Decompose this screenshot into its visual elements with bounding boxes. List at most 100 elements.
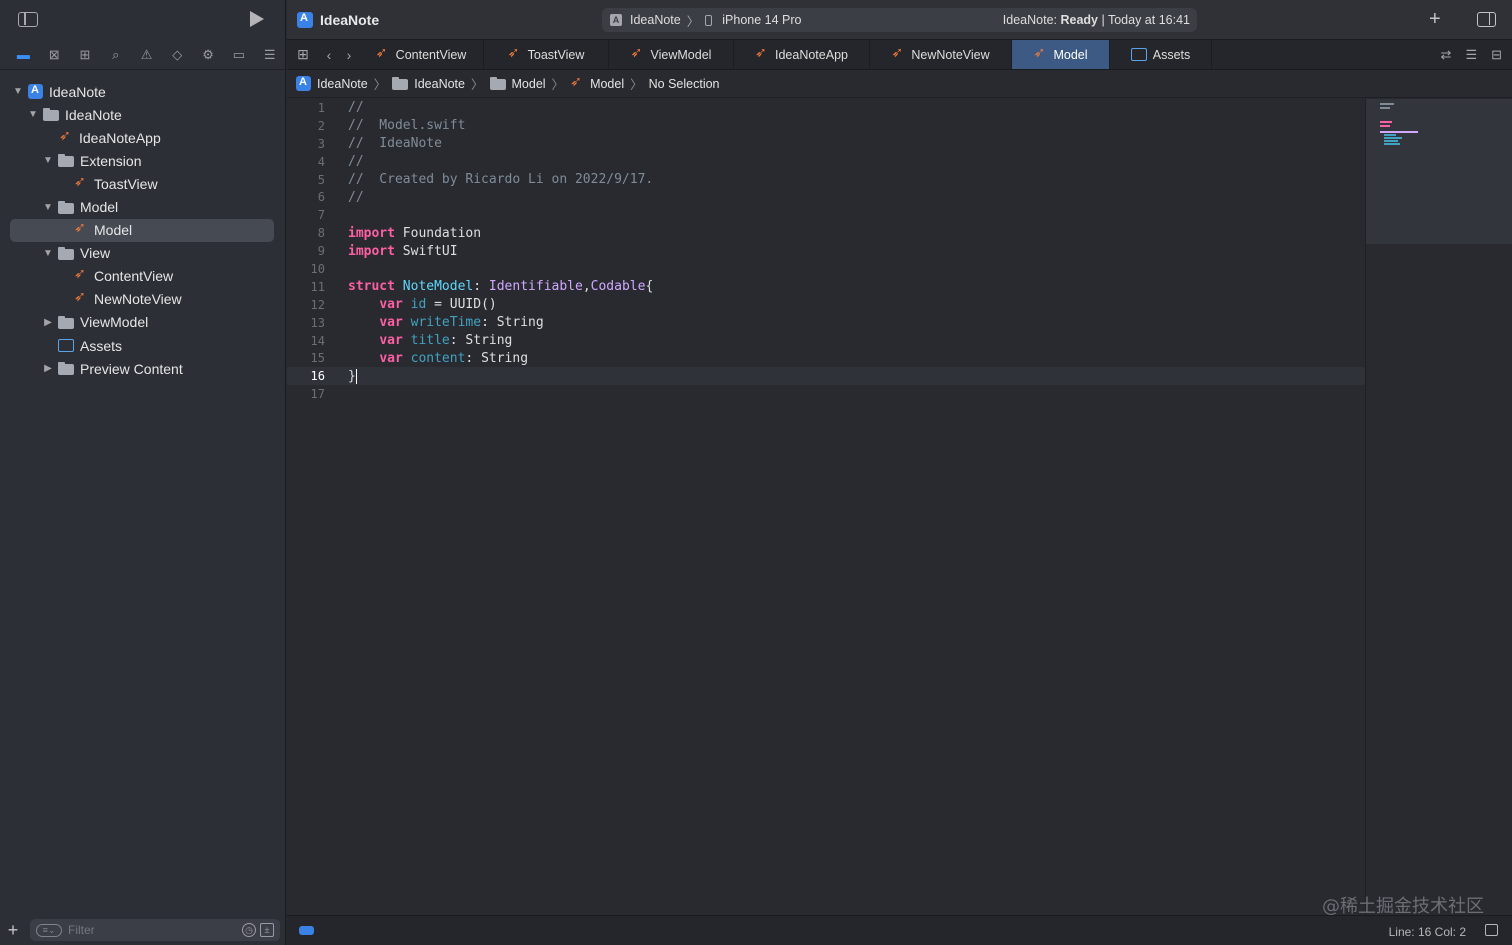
code-line[interactable]: 15 var content: String — [287, 349, 1365, 367]
minimap-line — [1384, 134, 1396, 136]
filter-options-icon[interactable]: ≡⌄ — [36, 923, 62, 937]
chevron-down-icon[interactable]: ▼ — [12, 86, 24, 97]
tree-item-folder[interactable]: ▶ ViewModel — [0, 311, 285, 334]
breakpoint-navigator-icon[interactable]: ▭ — [223, 43, 254, 67]
related-items-grid-icon[interactable]: ⊞ — [287, 46, 319, 63]
tab-contentview[interactable]: ContentView — [359, 40, 484, 69]
tree-item-folder[interactable]: ▼ View — [0, 242, 285, 265]
code-line[interactable]: 8 import Foundation — [287, 224, 1365, 242]
sidebar-toggle-icon[interactable] — [18, 12, 38, 27]
add-file-button[interactable]: + — [0, 920, 26, 941]
tree-item-folder-ideanote[interactable]: ▼ IdeaNote — [0, 103, 285, 126]
debug-area-toggle-icon[interactable] — [299, 926, 314, 935]
navigator-sidebar: ▬ ⊠ ⊞ ⌕ ⚠ ◇ ⚙ ▭ ☰ ▼ IdeaNote ▼ IdeaNote — [0, 0, 286, 945]
breadcrumb-item[interactable]: No Selection — [649, 77, 720, 91]
line-number: 9 — [317, 244, 325, 259]
code-line[interactable]: 1 // — [287, 99, 1365, 117]
tree-item-assets[interactable]: Assets — [0, 334, 285, 357]
run-destination[interactable]: iPhone 14 Pro — [722, 13, 801, 27]
code-text: import Foundation — [348, 225, 482, 241]
tab-toastview[interactable]: ToastView — [484, 40, 609, 69]
breadcrumb-item[interactable]: Model — [512, 77, 546, 91]
code-line[interactable]: 12 var id = UUID() — [287, 296, 1365, 314]
code-line[interactable]: 14 var title: String — [287, 332, 1365, 350]
tree-item-file[interactable]: ContentView — [0, 265, 285, 288]
breadcrumb-item[interactable]: IdeaNote — [414, 77, 465, 91]
filter-field[interactable]: ≡⌄ Filter ◷ ± — [30, 919, 280, 941]
debug-navigator-icon[interactable]: ⚙ — [193, 43, 224, 67]
tree-item-label: View — [80, 245, 111, 262]
tree-item-project[interactable]: ▼ IdeaNote — [0, 80, 285, 103]
tab-model[interactable]: Model — [1012, 40, 1110, 69]
tree-item-file[interactable]: ToastView — [0, 172, 285, 195]
code-line[interactable]: 3 // IdeaNote — [287, 135, 1365, 153]
source-control-navigator-icon[interactable]: ⊠ — [39, 43, 70, 67]
chevron-right-icon: 〉 — [551, 78, 565, 92]
code-line[interactable]: 16} — [287, 367, 1365, 386]
library-plus-icon[interactable]: + — [1429, 8, 1441, 31]
run-button[interactable] — [250, 11, 264, 27]
breadcrumb-item[interactable]: IdeaNote — [317, 77, 368, 91]
code-line[interactable]: 4 // — [287, 153, 1365, 171]
chevron-down-icon[interactable]: ▼ — [42, 248, 54, 259]
project-navigator-icon[interactable]: ▬ — [8, 43, 39, 67]
tab-label: ContentView — [395, 47, 467, 62]
code-line[interactable]: 6 // — [287, 188, 1365, 206]
swift-file-icon — [570, 74, 584, 91]
swift-file-icon — [631, 45, 645, 62]
split-editor-icon[interactable]: ⊟ — [1491, 47, 1502, 63]
test-navigator-icon[interactable]: ◇ — [162, 43, 193, 67]
tree-item-label: IdeaNote — [65, 106, 122, 123]
sidebar-footer: + ≡⌄ Filter ◷ ± — [0, 915, 286, 945]
code-text: // — [348, 100, 364, 116]
inspector-toggle-icon[interactable] — [1477, 12, 1496, 27]
source-control-filter-icon[interactable]: ± — [260, 923, 274, 937]
chevron-down-icon[interactable]: ▼ — [42, 155, 54, 166]
code-line[interactable]: 9 import SwiftUI — [287, 242, 1365, 260]
code-line[interactable]: 13 var writeTime: String — [287, 314, 1365, 332]
debug-status-bar: Line: 16 Col: 2 — [287, 915, 1512, 945]
minimap[interactable] — [1365, 99, 1512, 915]
tab-ideanoteapp[interactable]: IdeaNoteApp — [734, 40, 870, 69]
find-navigator-icon[interactable]: ⌕ — [100, 43, 131, 67]
forward-arrow-icon[interactable]: › — [339, 47, 359, 63]
tree-item-folder[interactable]: ▼ Extension — [0, 149, 285, 172]
code-line[interactable]: 7 — [287, 206, 1365, 224]
tree-item-folder[interactable]: ▶ Preview Content — [0, 357, 285, 380]
scheme-target[interactable]: IdeaNote — [630, 13, 681, 27]
code-line[interactable]: 11 struct NoteModel: Identifiable,Codable… — [287, 278, 1365, 296]
tree-item-file[interactable]: NewNoteView — [0, 288, 285, 311]
code-line[interactable]: 17 — [287, 385, 1365, 403]
line-number: 15 — [310, 351, 325, 366]
tree-item-folder[interactable]: ▼ Model — [0, 195, 285, 218]
breadcrumb-item[interactable]: Model — [590, 77, 624, 91]
code-text: var writeTime: String — [379, 315, 544, 331]
tree-item-file-selected[interactable]: Model — [10, 218, 274, 242]
source-editor[interactable]: 1 // 2 // Model.swift 3 // IdeaNote 4 // 5 // Cre… — [287, 99, 1365, 915]
chevron-right-icon[interactable]: ▶ — [42, 317, 54, 328]
editor-options-icon[interactable]: ☰ — [1465, 47, 1477, 63]
line-number: 7 — [317, 208, 325, 223]
swap-editors-icon[interactable]: ⇄ — [1441, 47, 1452, 63]
tab-viewmodel[interactable]: ViewModel — [609, 40, 734, 69]
code-line[interactable]: 5 // Created by Ricardo Li on 2022/9/17. — [287, 171, 1365, 189]
chevron-down-icon[interactable]: ▼ — [27, 109, 39, 120]
code-line[interactable]: 10 — [287, 260, 1365, 278]
minimap-line — [1380, 131, 1418, 133]
chevron-down-icon[interactable]: ▼ — [42, 202, 54, 213]
back-arrow-icon[interactable]: ‹ — [319, 47, 339, 63]
recent-files-icon[interactable]: ◷ — [242, 923, 256, 937]
tree-item-file[interactable]: IdeaNoteApp — [0, 126, 285, 149]
symbol-navigator-icon[interactable]: ⊞ — [70, 43, 101, 67]
minimap-line — [1384, 143, 1400, 145]
editor-tab-bar: ⊞ ‹ › ContentView ToastView ViewModel Id… — [287, 40, 1512, 70]
tab-newnoteview[interactable]: NewNoteView — [870, 40, 1012, 69]
assets-icon — [1130, 48, 1147, 61]
issue-navigator-icon[interactable]: ⚠ — [131, 43, 162, 67]
code-line[interactable]: 2 // Model.swift — [287, 117, 1365, 135]
tab-assets[interactable]: Assets — [1110, 40, 1212, 69]
chevron-right-icon[interactable]: ▶ — [42, 363, 54, 374]
scheme-status-bar[interactable]: A IdeaNote 〉 iPhone 14 Pro IdeaNote: Rea… — [602, 8, 1197, 32]
debug-area-icon[interactable] — [1485, 924, 1498, 936]
report-navigator-icon[interactable]: ☰ — [254, 43, 285, 67]
